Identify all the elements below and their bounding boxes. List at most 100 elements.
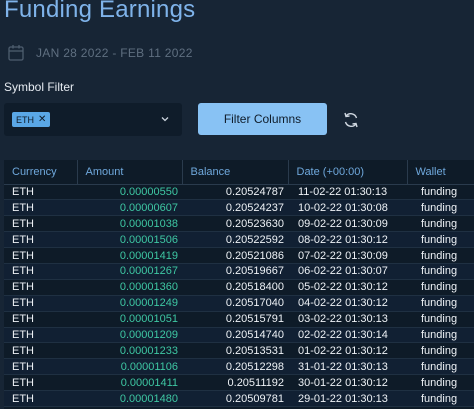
cell-balance: 0.20523630 (182, 215, 288, 233)
column-header-balance[interactable]: Balance (181, 160, 288, 185)
cell-balance: 0.20524237 (182, 199, 288, 217)
cell-currency: ETH (4, 215, 77, 233)
cell-date: 06-02-22 01:30:07 (288, 263, 407, 280)
cell-wallet: funding (407, 311, 474, 328)
column-header-currency[interactable]: Currency (4, 160, 77, 185)
cell-wallet: funding (407, 263, 474, 280)
table-row: ETH 0.00001267 0.20519667 06-02-22 01:30:07… (4, 263, 474, 280)
table-header-row: Currency Amount Balance Date (+00:00) Wa… (4, 160, 474, 185)
cell-date: 05-02-22 01:30:12 (288, 279, 407, 296)
cell-balance: 0.20524787 (182, 184, 288, 201)
cell-amount: 0.00001360 (77, 279, 182, 296)
date-range-text[interactable]: JAN 28 2022 - FEB 11 2022 (36, 46, 193, 60)
cell-wallet: funding (407, 390, 474, 407)
table-row: ETH 0.00001106 0.20512298 31-01-22 01:30:13… (4, 358, 474, 376)
symbol-filter-label: Symbol Filter (4, 80, 75, 94)
cell-currency: ETH (4, 327, 77, 344)
cell-balance: 0.20512298 (182, 358, 288, 376)
cell-amount: 0.00001209 (77, 327, 182, 344)
table-row: ETH 0.00001419 0.20521086 07-02-22 01:30:09… (4, 247, 474, 264)
cell-amount: 0.00001051 (77, 311, 182, 328)
table-row: ETH 0.00000550 0.20524787 11-02-22 01:30:13… (4, 184, 474, 201)
column-header-wallet[interactable]: Wallet (406, 160, 474, 185)
cell-balance: 0.20518400 (182, 279, 288, 296)
cell-currency: ETH (4, 342, 77, 360)
cell-currency: ETH (4, 295, 77, 312)
cell-amount: 0.00001480 (77, 390, 182, 407)
calendar-icon (8, 45, 24, 61)
symbol-chip-eth: ETH ✕ (12, 112, 51, 127)
cell-balance: 0.20513531 (182, 342, 288, 360)
page-title: Funding Earnings (4, 0, 196, 23)
cell-amount: 0.00001233 (77, 342, 182, 360)
cell-balance: 0.20515791 (182, 311, 288, 328)
cell-date: 02-02-22 01:30:14 (288, 327, 407, 344)
cell-wallet: funding (407, 184, 474, 201)
cell-date: 29-01-22 01:30:13 (288, 390, 407, 407)
column-header-amount[interactable]: Amount (76, 160, 182, 185)
cell-currency: ETH (4, 184, 77, 201)
table-row: ETH 0.00001038 0.20523630 09-02-22 01:30:09… (4, 215, 474, 233)
cell-wallet: funding (407, 342, 474, 360)
cell-date: 10-02-22 01:30:08 (288, 199, 407, 217)
cell-amount: 0.00000550 (77, 184, 182, 201)
cell-balance: 0.20517040 (182, 295, 288, 312)
cell-balance: 0.20519667 (182, 263, 288, 280)
cell-amount: 0.00001267 (77, 263, 182, 280)
funding-table: Currency Amount Balance Date (+00:00) Wa… (4, 160, 474, 409)
cell-date: 04-02-22 01:30:12 (288, 295, 407, 312)
refresh-icon[interactable] (342, 111, 360, 129)
table-row: ETH 0.00001360 0.20518400 05-02-22 01:30:12… (4, 279, 474, 296)
cell-amount: 0.00000607 (77, 199, 182, 217)
cell-date: 03-02-22 01:30:13 (288, 311, 407, 328)
cell-currency: ETH (4, 199, 77, 217)
table-row: ETH 0.00001249 0.20517040 04-02-22 01:30:12… (4, 295, 474, 312)
cell-currency: ETH (4, 247, 77, 264)
table-row: ETH 0.00001233 0.20513531 01-02-22 01:30:12… (4, 342, 474, 360)
cell-amount: 0.00001419 (77, 247, 182, 264)
symbol-chip-label: ETH (16, 114, 34, 125)
cell-amount: 0.00001411 (77, 374, 182, 392)
cell-wallet: funding (407, 295, 474, 312)
cell-date: 09-02-22 01:30:09 (288, 215, 407, 233)
cell-date: 01-02-22 01:30:12 (288, 342, 407, 360)
cell-balance: 0.20514740 (182, 327, 288, 344)
cell-amount: 0.00001249 (77, 295, 182, 312)
cell-amount: 0.00001506 (77, 231, 182, 249)
cell-currency: ETH (4, 358, 77, 376)
cell-wallet: funding (407, 327, 474, 344)
cell-wallet: funding (407, 199, 474, 217)
cell-wallet: funding (407, 247, 474, 264)
table-row: ETH 0.00001506 0.20522592 08-02-22 01:30:12… (4, 231, 474, 249)
cell-currency: ETH (4, 231, 77, 249)
cell-wallet: funding (407, 231, 474, 249)
close-icon[interactable]: ✕ (38, 114, 46, 125)
cell-date: 31-01-22 01:30:13 (288, 358, 407, 376)
table-row: ETH 0.00001411 0.20511192 30-01-22 01:30:12… (4, 374, 474, 392)
table-row: ETH 0.00000607 0.20524237 10-02-22 01:30:08… (4, 199, 474, 217)
filter-columns-button[interactable]: Filter Columns (198, 103, 327, 135)
cell-date: 08-02-22 01:30:12 (288, 231, 407, 249)
cell-currency: ETH (4, 311, 77, 328)
cell-balance: 0.20509781 (182, 390, 288, 407)
cell-date: 07-02-22 01:30:09 (288, 247, 407, 264)
chevron-down-icon[interactable] (161, 115, 169, 123)
cell-currency: ETH (4, 390, 77, 407)
cell-date: 30-01-22 01:30:12 (288, 374, 407, 392)
symbol-filter-select[interactable]: ETH ✕ (4, 103, 182, 136)
cell-balance: 0.20521086 (182, 247, 288, 264)
cell-wallet: funding (407, 215, 474, 233)
date-range-picker[interactable]: JAN 28 2022 - FEB 11 2022 (8, 44, 193, 61)
cell-currency: ETH (4, 279, 77, 296)
table-row: ETH 0.00001480 0.20509781 29-01-22 01:30:13… (4, 390, 474, 407)
cell-balance: 0.20511192 (182, 374, 288, 392)
cell-date: 11-02-22 01:30:13 (288, 184, 407, 201)
cell-wallet: funding (407, 358, 474, 376)
cell-currency: ETH (4, 263, 77, 280)
cell-amount: 0.00001038 (77, 215, 182, 233)
cell-wallet: funding (407, 279, 474, 296)
column-header-date[interactable]: Date (+00:00) (287, 160, 407, 185)
table-row: ETH 0.00001209 0.20514740 02-02-22 01:30:14… (4, 327, 474, 344)
cell-amount: 0.00001106 (77, 358, 182, 376)
cell-balance: 0.20522592 (182, 231, 288, 249)
